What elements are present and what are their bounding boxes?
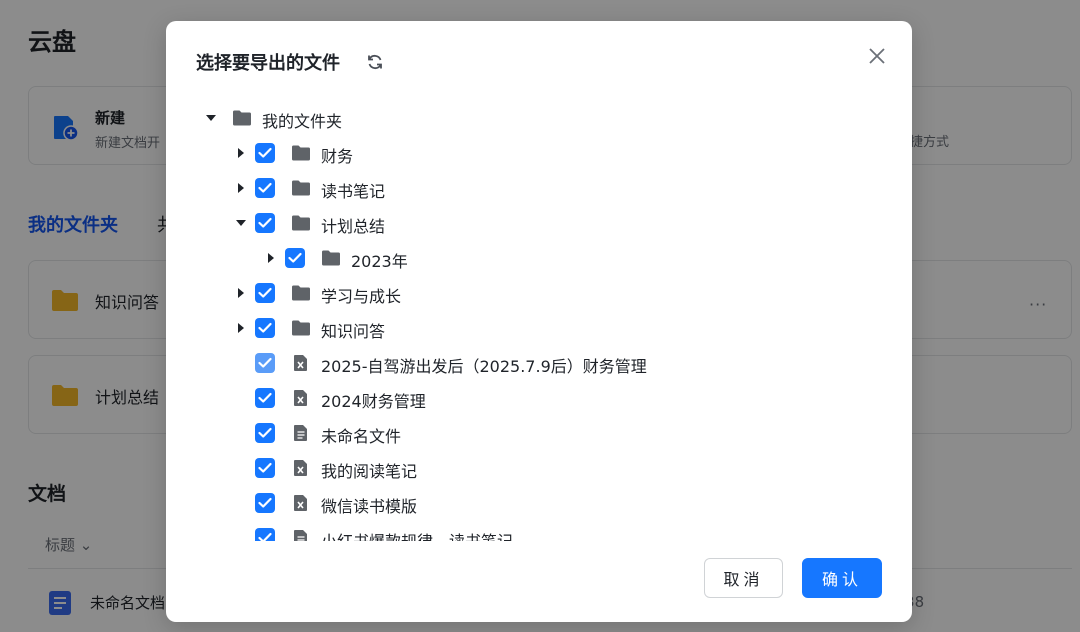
tree-item-label: 计划总结: [321, 217, 386, 236]
folder-icon: [322, 250, 340, 266]
tree-item-label: 知识问答: [321, 322, 386, 341]
tree-item-label: 2025-自驾游出发后（2025.7.9后）财务管理: [321, 357, 647, 376]
export-dialog: 选择要导出的文件 我的文件夹财务读书笔记计划总结 2023年学习与成长知识问答 20…: [166, 21, 912, 622]
folder-icon: [292, 145, 310, 161]
checkbox[interactable]: [255, 143, 275, 163]
cancel-button[interactable]: 取消: [704, 558, 783, 598]
caret-right-icon[interactable]: [234, 146, 248, 160]
checkbox[interactable]: [255, 493, 275, 513]
tree-item-label: 我的文件夹: [262, 112, 343, 131]
refresh-icon[interactable]: [366, 53, 384, 71]
folder-icon: [292, 180, 310, 196]
tree-item-label: 学习与成长: [321, 287, 402, 306]
folder-icon: [233, 110, 251, 126]
close-icon[interactable]: [866, 45, 888, 67]
tree-item-label: 我的阅读笔记: [321, 462, 418, 481]
tree-item-label: 2024财务管理: [321, 392, 426, 411]
tree-row[interactable]: 小红书爆款规律 - 读书笔记: [196, 521, 886, 541]
checkbox[interactable]: [255, 353, 275, 373]
caret-down-icon[interactable]: [234, 216, 248, 230]
tree-item-label: 读书笔记: [321, 182, 386, 201]
caret-right-icon[interactable]: [234, 286, 248, 300]
folder-icon: [292, 285, 310, 301]
dialog-title: 选择要导出的文件: [196, 53, 340, 74]
caret-right-icon[interactable]: [234, 321, 248, 335]
checkbox[interactable]: [285, 248, 305, 268]
confirm-button[interactable]: 确认: [802, 558, 882, 598]
caret-right-icon[interactable]: [264, 251, 278, 265]
checkbox[interactable]: [255, 458, 275, 478]
tree-item-label: 2023年: [351, 252, 408, 271]
tree-row[interactable]: 读书笔记: [196, 171, 886, 206]
checkbox[interactable]: [255, 528, 275, 541]
tree-row[interactable]: 我的文件夹: [196, 101, 886, 136]
caret-down-icon[interactable]: [204, 111, 218, 125]
tree-item-label: 微信读书模版: [321, 497, 418, 516]
tree-item-label: 未命名文件: [321, 427, 402, 446]
document-icon: [294, 530, 307, 541]
spreadsheet-icon: [294, 390, 307, 406]
tree-row[interactable]: 我的阅读笔记: [196, 451, 886, 486]
file-tree: 我的文件夹财务读书笔记计划总结 2023年学习与成长知识问答 2025-自驾游出发后…: [196, 101, 886, 541]
spreadsheet-icon: [294, 355, 307, 371]
tree-row[interactable]: 2023年: [196, 241, 886, 276]
tree-row[interactable]: 计划总结: [196, 206, 886, 241]
tree-item-label: 财务: [321, 147, 354, 166]
spreadsheet-icon: [294, 495, 307, 511]
checkbox[interactable]: [255, 388, 275, 408]
checkbox[interactable]: [255, 318, 275, 338]
tree-row[interactable]: 学习与成长: [196, 276, 886, 311]
tree-row[interactable]: 微信读书模版: [196, 486, 886, 521]
tree-item-label: 小红书爆款规律 - 读书笔记: [321, 528, 513, 541]
checkbox[interactable]: [255, 283, 275, 303]
folder-icon: [292, 320, 310, 336]
document-icon: [294, 425, 307, 441]
checkbox[interactable]: [255, 213, 275, 233]
tree-row[interactable]: 2025-自驾游出发后（2025.7.9后）财务管理: [196, 346, 886, 381]
tree-row[interactable]: 财务: [196, 136, 886, 171]
folder-icon: [292, 215, 310, 231]
checkbox[interactable]: [255, 423, 275, 443]
checkbox[interactable]: [255, 178, 275, 198]
tree-row[interactable]: 2024财务管理: [196, 381, 886, 416]
tree-row[interactable]: 知识问答: [196, 311, 886, 346]
caret-right-icon[interactable]: [234, 181, 248, 195]
tree-row[interactable]: 未命名文件: [196, 416, 886, 451]
spreadsheet-icon: [294, 460, 307, 476]
